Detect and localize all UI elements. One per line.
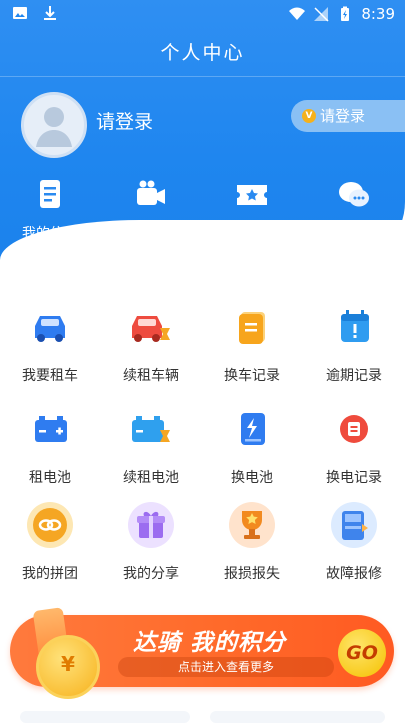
chat-bubble-icon xyxy=(339,182,369,207)
grid-label: 换车记录 xyxy=(224,368,280,384)
grid-fault-repair[interactable]: 故障报修 xyxy=(304,500,404,583)
bottom-card xyxy=(20,711,190,723)
swap-record-icon xyxy=(340,415,368,443)
grid-label: 续租电池 xyxy=(123,470,179,486)
nav-my-info[interactable]: 我的信息 xyxy=(0,177,100,243)
signal-off-icon xyxy=(314,7,329,22)
grid-my-share[interactable]: 我的分享 xyxy=(101,500,201,583)
gift-icon xyxy=(128,502,174,548)
grid-label: 我要租车 xyxy=(22,368,78,384)
banner-subtitle: 点击进入查看更多 xyxy=(118,657,334,677)
download-icon xyxy=(44,6,56,20)
grid-rent-car[interactable]: 我要租车 xyxy=(0,302,100,385)
grid-label: 故障报修 xyxy=(326,566,382,582)
grid-swap-battery[interactable]: 换电池 xyxy=(202,404,302,487)
login-prompt[interactable]: 请登录 xyxy=(96,107,153,134)
status-bar: 8:39 xyxy=(0,0,405,28)
document-icon xyxy=(40,180,60,208)
nav-label: 关于达骑 xyxy=(123,226,179,242)
title-divider xyxy=(0,76,405,77)
user-placeholder-icon xyxy=(36,107,72,147)
battery-charging-icon xyxy=(341,6,350,21)
ticket-service-icon xyxy=(237,185,267,205)
group-link-icon xyxy=(27,502,73,548)
image-icon xyxy=(13,7,27,19)
grid-label: 换电记录 xyxy=(326,470,382,486)
avatar[interactable] xyxy=(21,92,87,158)
grid-label: 我的分享 xyxy=(123,566,179,582)
grid-car-swap-record[interactable]: 换车记录 xyxy=(202,302,302,385)
grid-label: 租电池 xyxy=(29,470,71,486)
nav-messages[interactable]: 消息 xyxy=(304,177,404,243)
nav-label: 我的信息 xyxy=(22,226,78,242)
bottom-cards-peek xyxy=(0,705,405,723)
grid-label: 报损报失 xyxy=(224,566,280,582)
go-button[interactable]: GO xyxy=(338,629,386,677)
record-icon xyxy=(239,312,265,344)
grid-label: 逾期记录 xyxy=(326,368,382,384)
grid-swap-record[interactable]: 换电记录 xyxy=(304,404,404,487)
nav-support[interactable]: 平台客服 xyxy=(202,177,302,243)
grid-renew-battery[interactable]: 续租电池 xyxy=(101,404,201,487)
battery-icon xyxy=(35,416,67,442)
repair-icon xyxy=(331,502,377,548)
login-button[interactable]: V 请登录 xyxy=(291,100,405,132)
wifi-icon xyxy=(289,7,306,20)
battery-swap-icon xyxy=(241,413,265,445)
grid-label: 我的拼团 xyxy=(22,566,78,582)
page-title: 个人中心 xyxy=(160,42,245,64)
car-icon xyxy=(35,316,65,342)
video-camera-icon xyxy=(137,180,165,205)
nav-label: 平台客服 xyxy=(224,226,280,242)
points-banner[interactable]: ¥ 达骑 我的积分 点击进入查看更多 GO xyxy=(10,607,394,699)
status-time: 8:39 xyxy=(361,5,395,23)
banner-title: 达骑 我的积分 xyxy=(133,630,287,656)
coin-icon: ¥ xyxy=(36,635,100,699)
battery-renew-icon xyxy=(132,416,170,442)
grid-group-buy[interactable]: 我的拼团 xyxy=(0,500,100,583)
login-button-label: 请登录 xyxy=(320,107,366,125)
bottom-card xyxy=(210,711,385,723)
trophy-icon xyxy=(229,502,275,548)
grid-label: 换电池 xyxy=(231,470,273,486)
vip-badge-icon: V xyxy=(302,109,316,123)
nav-about[interactable]: 关于达骑 xyxy=(101,177,201,243)
grid-report-loss[interactable]: 报损报失 xyxy=(202,500,302,583)
car-renew-icon xyxy=(132,316,170,342)
grid-label: 续租车辆 xyxy=(123,368,179,384)
grid-rent-battery[interactable]: 租电池 xyxy=(0,404,100,487)
grid-overdue-record[interactable]: 逾期记录 xyxy=(304,302,404,385)
nav-label: 消息 xyxy=(340,226,368,242)
grid-renew-car[interactable]: 续租车辆 xyxy=(101,302,201,385)
calendar-alert-icon xyxy=(341,310,369,342)
